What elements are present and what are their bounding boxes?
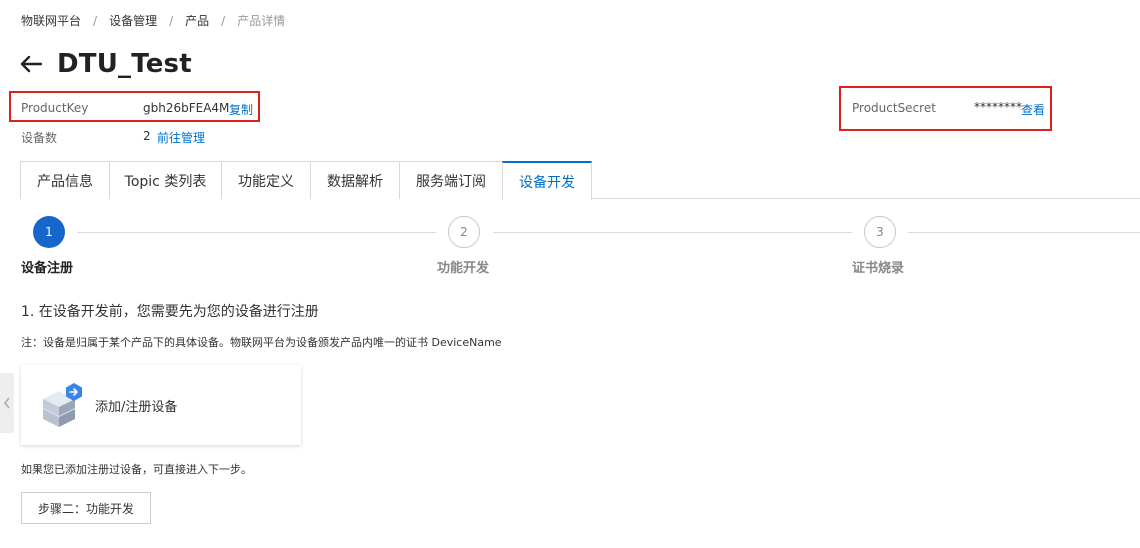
device-note: 注：设备是归属于某个产品下的具体设备。物联网平台为设备颁发产品内唯一的证书 De… xyxy=(21,336,502,349)
breadcrumb-item-product-detail: 产品详情 xyxy=(237,14,286,28)
breadcrumb: 物联网平台 / 设备管理 / 产品 / 产品详情 xyxy=(21,12,285,29)
step-1-label: 设备注册 xyxy=(21,261,74,276)
next-step-hint: 如果您已添加注册过设备，可直接进入下一步。 xyxy=(21,463,252,476)
step-connector xyxy=(77,232,436,233)
tab-product-info[interactable]: 产品信息 xyxy=(20,161,110,199)
view-secret-link[interactable]: 查看 xyxy=(1021,101,1045,118)
next-step-button[interactable]: 步骤二：功能开发 xyxy=(21,492,151,524)
copy-link[interactable]: 复制 xyxy=(229,101,253,118)
step-connector xyxy=(493,232,852,233)
step-3-circle: 3 xyxy=(864,216,896,248)
tab-feature-definition[interactable]: 功能定义 xyxy=(221,161,311,199)
sidebar-collapse-handle[interactable] xyxy=(0,373,14,433)
manage-devices-link[interactable]: 前往管理 xyxy=(157,129,205,146)
breadcrumb-separator: / xyxy=(221,13,226,28)
tab-server-subscription[interactable]: 服务端订阅 xyxy=(399,161,503,199)
device-count-label: 设备数 xyxy=(21,131,58,145)
arrow-left-icon[interactable] xyxy=(20,52,44,76)
title-row: DTU_Test xyxy=(20,49,192,79)
device-count-value: 2 xyxy=(143,129,151,143)
section-heading: 1. 在设备开发前，您需要先为您的设备进行注册 xyxy=(21,304,319,320)
breadcrumb-separator: / xyxy=(93,13,98,28)
device-box-icon xyxy=(39,381,87,429)
breadcrumb-separator: / xyxy=(169,13,174,28)
step-2-circle: 2 xyxy=(448,216,480,248)
tab-topic-list[interactable]: Topic 类列表 xyxy=(109,161,222,199)
breadcrumb-item-device-management[interactable]: 设备管理 xyxy=(109,12,157,29)
step-2-label: 功能开发 xyxy=(437,261,490,276)
add-device-card[interactable]: 添加/注册设备 xyxy=(21,365,301,445)
breadcrumb-item-iot-platform[interactable]: 物联网平台 xyxy=(21,12,81,29)
breadcrumb-item-product[interactable]: 产品 xyxy=(185,12,209,29)
product-key-value: gbh26bFEA4M xyxy=(143,101,230,115)
tab-device-development[interactable]: 设备开发 xyxy=(502,161,592,200)
step-1-circle: 1 xyxy=(33,216,65,248)
add-device-label: 添加/注册设备 xyxy=(95,399,178,415)
chevron-left-icon xyxy=(4,397,10,409)
tab-data-parsing[interactable]: 数据解析 xyxy=(310,161,400,199)
product-secret-value: ******** xyxy=(974,100,1022,114)
step-3-label: 证书烧录 xyxy=(852,261,905,276)
page-title: DTU_Test xyxy=(57,49,192,79)
page: 物联网平台 / 设备管理 / 产品 / 产品详情 DTU_Test Produc… xyxy=(0,0,1140,548)
step-connector xyxy=(908,232,1140,233)
tab-bar: 产品信息 Topic 类列表 功能定义 数据解析 服务端订阅 设备开发 xyxy=(20,161,1140,200)
product-secret-label: ProductSecret xyxy=(852,101,936,115)
product-key-label: ProductKey xyxy=(21,101,89,115)
